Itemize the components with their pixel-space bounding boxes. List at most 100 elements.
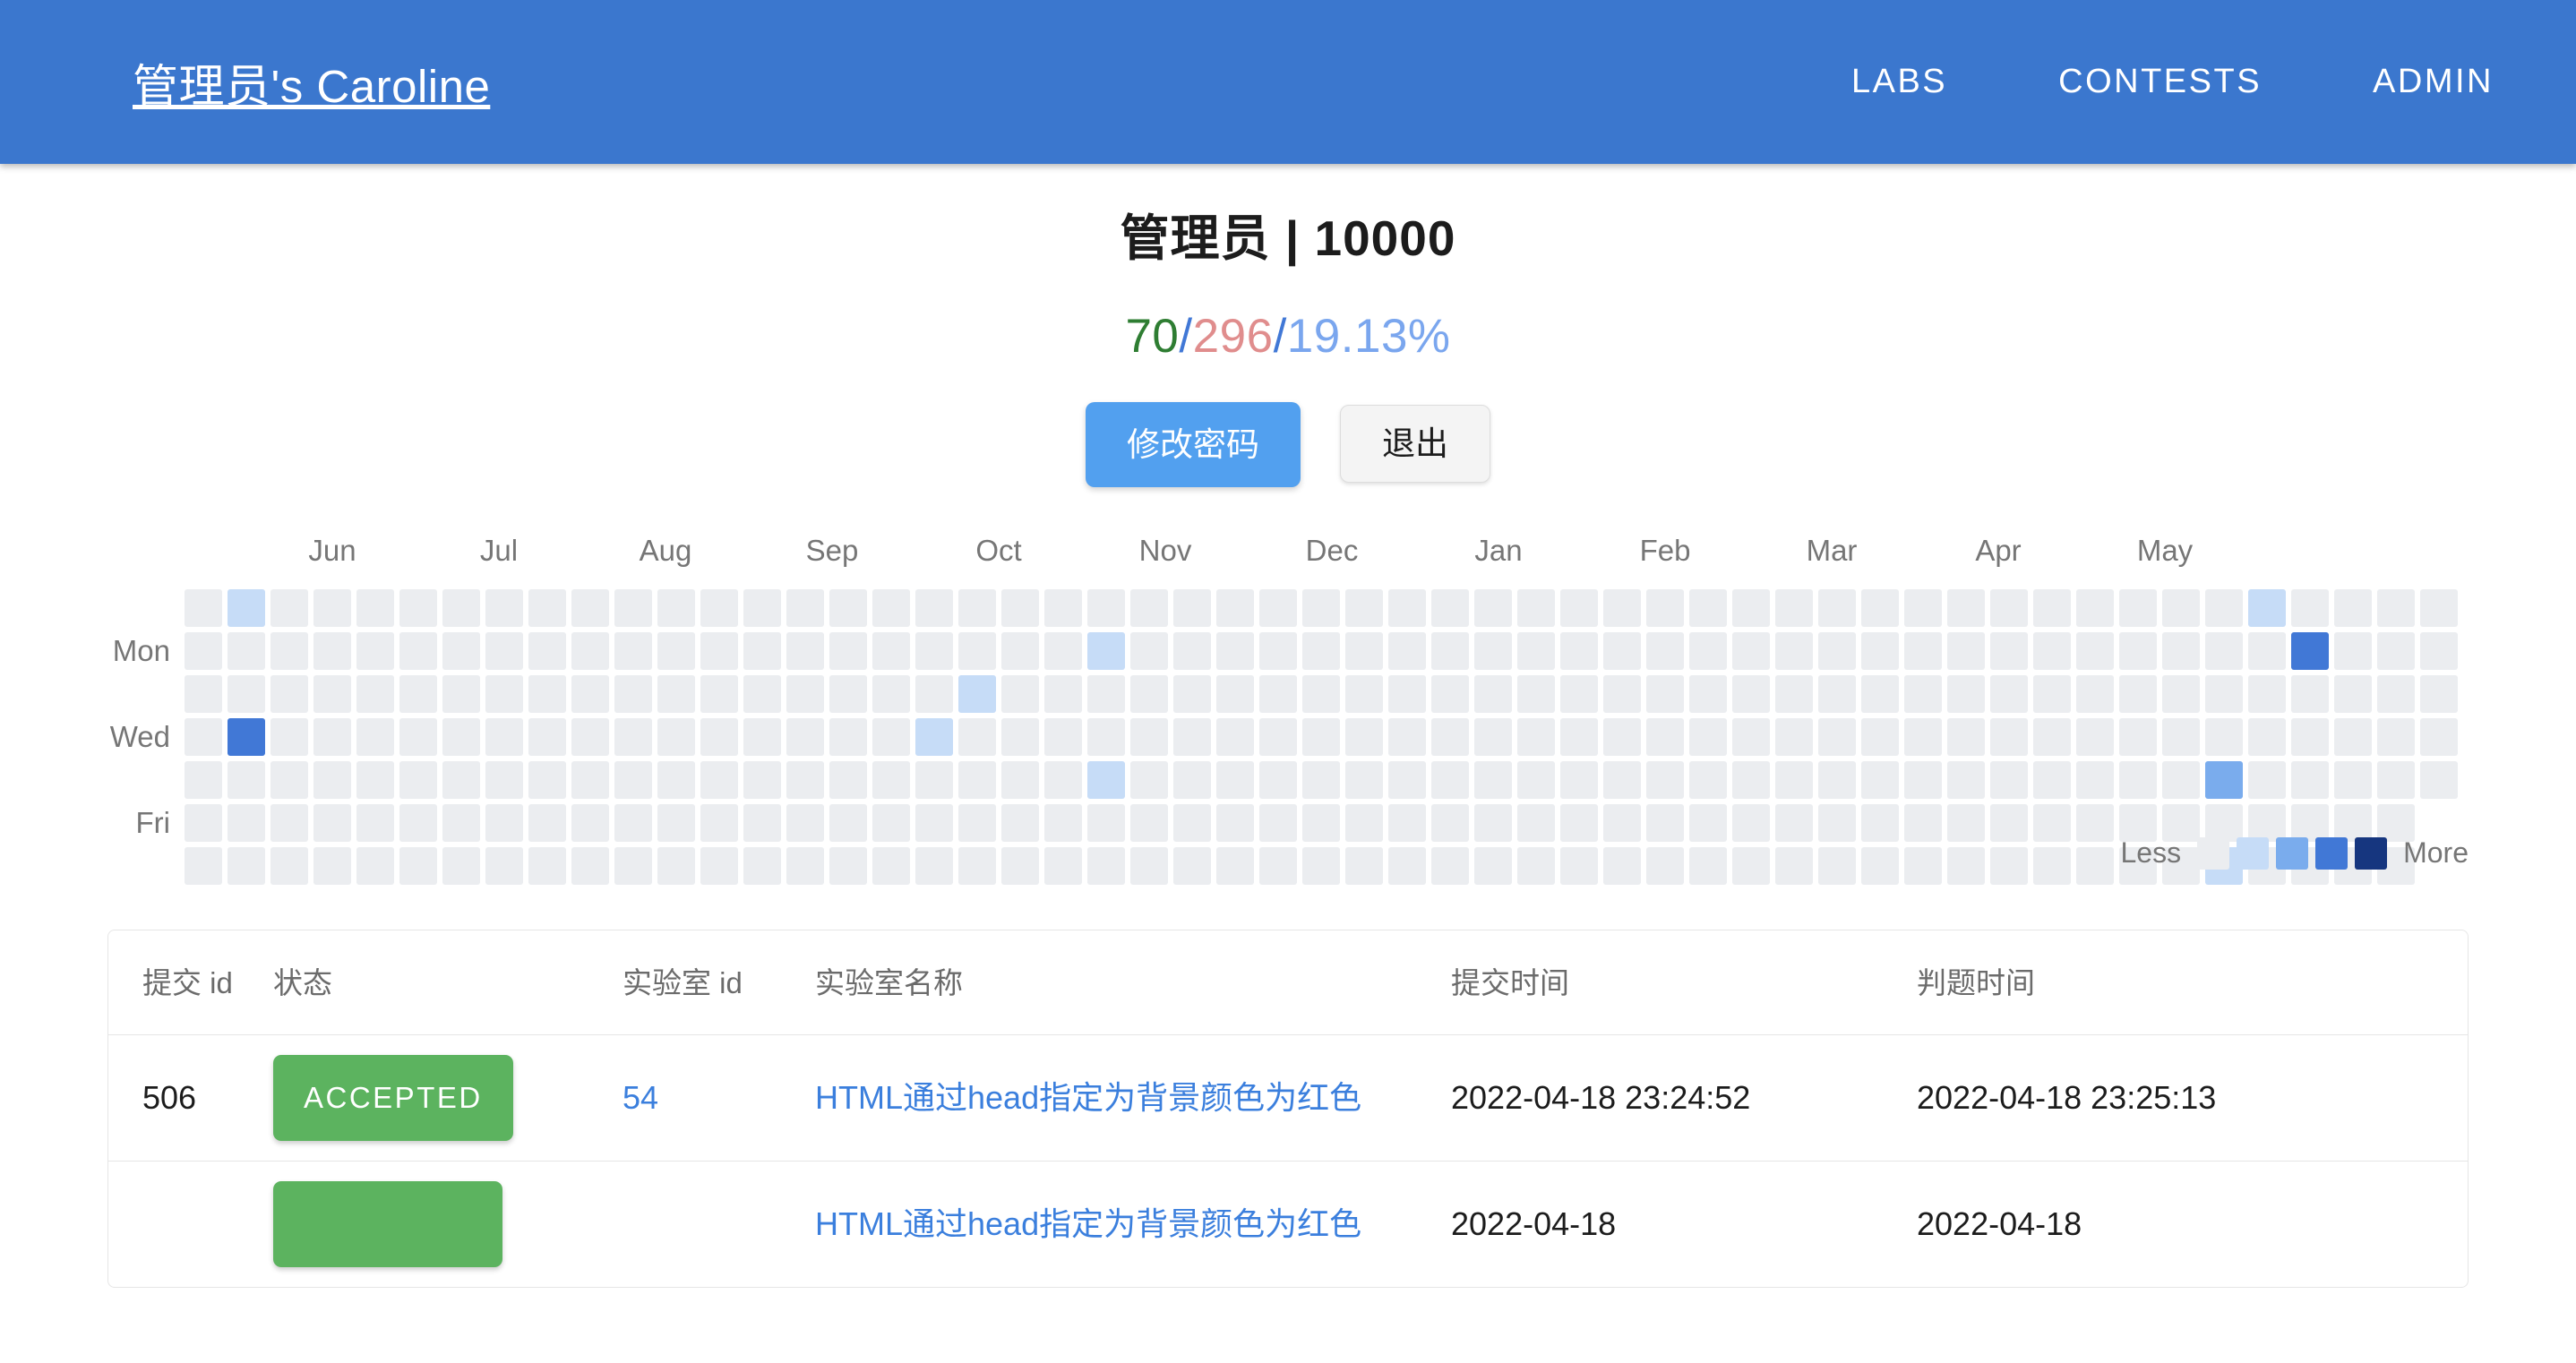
change-password-button[interactable]: 修改密码 <box>1086 402 1301 487</box>
heatmap-cell[interactable] <box>1603 718 1641 756</box>
heatmap-cell[interactable] <box>185 675 222 713</box>
heatmap-cell[interactable] <box>614 718 652 756</box>
heatmap-cell[interactable] <box>1517 804 1555 842</box>
heatmap-cell[interactable] <box>2162 675 2200 713</box>
heatmap-cell[interactable] <box>872 632 910 670</box>
heatmap-cell[interactable] <box>915 589 953 627</box>
heatmap-cell[interactable] <box>1173 589 1211 627</box>
heatmap-cell[interactable] <box>485 718 523 756</box>
nav-link-admin[interactable]: ADMIN <box>2317 63 2494 101</box>
heatmap-cell[interactable] <box>528 632 566 670</box>
heatmap-cell[interactable] <box>2377 761 2415 799</box>
heatmap-cell[interactable] <box>528 761 566 799</box>
heatmap-cell[interactable] <box>571 761 609 799</box>
heatmap-cell[interactable] <box>1388 675 1426 713</box>
heatmap-cell[interactable] <box>2334 632 2372 670</box>
heatmap-cell[interactable] <box>657 718 695 756</box>
heatmap-cell[interactable] <box>786 847 824 885</box>
heatmap-cell[interactable] <box>1646 675 1684 713</box>
heatmap-cell[interactable] <box>571 632 609 670</box>
heatmap-cell[interactable] <box>356 632 394 670</box>
heatmap-cell[interactable] <box>2162 718 2200 756</box>
heatmap-cell[interactable] <box>1732 675 1770 713</box>
heatmap-cell[interactable] <box>2033 718 2071 756</box>
heatmap-cell[interactable] <box>1087 804 1125 842</box>
heatmap-cell[interactable] <box>1001 589 1039 627</box>
heatmap-cell[interactable] <box>1947 675 1985 713</box>
heatmap-cell[interactable] <box>786 804 824 842</box>
heatmap-cell[interactable] <box>829 804 867 842</box>
heatmap-cell[interactable] <box>356 589 394 627</box>
heatmap-cell[interactable] <box>958 847 996 885</box>
heatmap-cell[interactable] <box>442 761 480 799</box>
heatmap-cell[interactable] <box>2076 718 2114 756</box>
heatmap-cell[interactable] <box>399 589 437 627</box>
heatmap-cell[interactable] <box>1861 675 1899 713</box>
heatmap-cell[interactable] <box>1861 632 1899 670</box>
heatmap-cell[interactable] <box>657 761 695 799</box>
heatmap-cell[interactable] <box>1388 804 1426 842</box>
heatmap-cell[interactable] <box>786 589 824 627</box>
heatmap-cell[interactable] <box>958 718 996 756</box>
heatmap-cell[interactable] <box>399 675 437 713</box>
heatmap-cell[interactable] <box>442 632 480 670</box>
heatmap-cell[interactable] <box>1775 761 1813 799</box>
heatmap-cell[interactable] <box>1087 847 1125 885</box>
heatmap-cell[interactable] <box>185 632 222 670</box>
heatmap-cell[interactable] <box>1001 761 1039 799</box>
heatmap-cell[interactable] <box>1474 804 1512 842</box>
heatmap-cell[interactable] <box>2377 632 2415 670</box>
heatmap-cell[interactable] <box>1689 718 1727 756</box>
heatmap-cell[interactable] <box>2076 847 2114 885</box>
heatmap-cell[interactable] <box>700 632 738 670</box>
heatmap-cell[interactable] <box>1044 675 1082 713</box>
heatmap-cell[interactable] <box>1001 675 1039 713</box>
heatmap-cell[interactable] <box>657 847 695 885</box>
heatmap-cell[interactable] <box>228 632 265 670</box>
heatmap-cell[interactable] <box>1603 847 1641 885</box>
heatmap-cell[interactable] <box>399 632 437 670</box>
heatmap-cell[interactable] <box>185 804 222 842</box>
heatmap-cell[interactable] <box>915 847 953 885</box>
heatmap-cell[interactable] <box>270 632 308 670</box>
heatmap-cell[interactable] <box>1431 675 1469 713</box>
heatmap-cell[interactable] <box>1646 632 1684 670</box>
heatmap-cell[interactable] <box>1947 761 1985 799</box>
heatmap-cell[interactable] <box>1087 589 1125 627</box>
heatmap-cell[interactable] <box>228 718 265 756</box>
heatmap-cell[interactable] <box>1044 761 1082 799</box>
heatmap-cell[interactable] <box>1517 847 1555 885</box>
heatmap-cell[interactable] <box>958 761 996 799</box>
heatmap-cell[interactable] <box>1560 632 1598 670</box>
heatmap-cell[interactable] <box>1173 847 1211 885</box>
heatmap-cell[interactable] <box>1689 675 1727 713</box>
heatmap-cell[interactable] <box>786 632 824 670</box>
heatmap-cell[interactable] <box>2205 589 2243 627</box>
heatmap-cell[interactable] <box>485 675 523 713</box>
heatmap-cell[interactable] <box>915 718 953 756</box>
heatmap-cell[interactable] <box>872 718 910 756</box>
heatmap-cell[interactable] <box>1388 718 1426 756</box>
heatmap-cell[interactable] <box>270 761 308 799</box>
heatmap-cell[interactable] <box>1775 589 1813 627</box>
heatmap-cell[interactable] <box>1775 632 1813 670</box>
heatmap-cell[interactable] <box>1345 632 1383 670</box>
heatmap-cell[interactable] <box>528 589 566 627</box>
heatmap-cell[interactable] <box>958 632 996 670</box>
heatmap-cell[interactable] <box>2162 761 2200 799</box>
heatmap-cell[interactable] <box>1904 718 1942 756</box>
heatmap-cell[interactable] <box>1775 675 1813 713</box>
heatmap-cell[interactable] <box>1087 761 1125 799</box>
heatmap-cell[interactable] <box>1775 804 1813 842</box>
heatmap-cell[interactable] <box>1173 718 1211 756</box>
heatmap-cell[interactable] <box>1044 804 1082 842</box>
heatmap-cell[interactable] <box>1474 847 1512 885</box>
heatmap-cell[interactable] <box>571 718 609 756</box>
heatmap-cell[interactable] <box>743 718 781 756</box>
heatmap-cell[interactable] <box>1345 589 1383 627</box>
heatmap-cell[interactable] <box>2291 675 2329 713</box>
heatmap-cell[interactable] <box>1130 675 1168 713</box>
heatmap-cell[interactable] <box>1388 847 1426 885</box>
heatmap-cell[interactable] <box>571 589 609 627</box>
heatmap-cell[interactable] <box>270 675 308 713</box>
